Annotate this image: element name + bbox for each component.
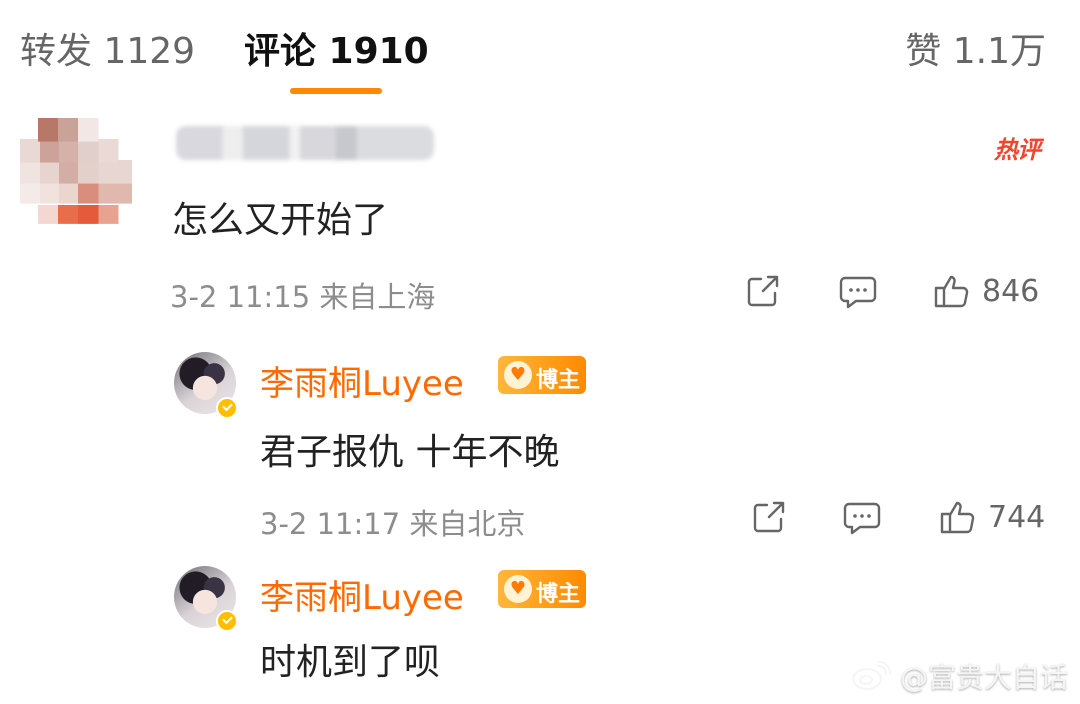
comment-icon <box>843 502 881 535</box>
comment-tabs: 转发 1129 评论 1910 赞 1.1万 <box>0 0 1080 100</box>
comment-share-button[interactable] <box>744 272 782 310</box>
blogger-badge: ♥ 博主 <box>498 356 586 394</box>
verified-badge-icon <box>216 610 238 632</box>
reply-username[interactable]: 李雨桐Luyee <box>260 356 464 405</box>
blogger-heart-icon: ♥ <box>504 361 532 389</box>
reply-like-button[interactable]: 744 <box>938 498 1045 536</box>
reply-like-count: 744 <box>988 499 1046 535</box>
watermark-handle: @富贵大自话 <box>899 661 1068 694</box>
comment-reply-button[interactable] <box>838 272 878 310</box>
reply-text: 君子报仇 十年不晚 <box>260 432 560 473</box>
tab-comments[interactable]: 评论 1910 <box>244 22 429 74</box>
comment-like-button[interactable]: 846 <box>932 272 1039 310</box>
verified-badge-icon <box>216 397 238 419</box>
reply-comment-button[interactable] <box>842 498 882 536</box>
reply-text: 时机到了呗 <box>260 642 441 683</box>
share-icon <box>753 501 785 533</box>
commenter-name-blurred[interactable] <box>176 126 434 160</box>
comment-like-count: 846 <box>982 273 1040 309</box>
reply-meta: 3-2 11:17 来自北京 <box>260 507 526 541</box>
tab-likes[interactable]: 赞 1.1万 <box>905 22 1046 74</box>
blogger-badge-label: 博主 <box>536 368 581 393</box>
commenter-avatar[interactable] <box>20 118 132 236</box>
blogger-badge-label: 博主 <box>536 582 581 607</box>
watermark: @富贵大自话 <box>850 656 1068 696</box>
blogger-heart-icon: ♥ <box>504 575 532 603</box>
thumbs-up-icon <box>940 501 975 534</box>
thumbs-up-icon <box>934 275 969 308</box>
share-icon <box>747 275 779 307</box>
comment-text: 怎么又开始了 <box>172 200 389 241</box>
blogger-badge: ♥ 博主 <box>498 570 586 608</box>
comment-meta: 3-2 11:15 来自上海 <box>170 280 436 314</box>
reply-username[interactable]: 李雨桐Luyee <box>260 570 464 619</box>
reply-share-button[interactable] <box>750 498 788 536</box>
comment-icon <box>839 276 877 309</box>
weibo-logo-icon <box>851 661 891 690</box>
hot-comment-badge: 热评 <box>994 136 1041 164</box>
weibo-comments-screen: 转发 1129 评论 1910 赞 1.1万 热评 怎么又开始了 3-2 11:… <box>0 0 1080 704</box>
active-tab-indicator <box>290 88 382 94</box>
tab-repost[interactable]: 转发 1129 <box>20 22 195 74</box>
